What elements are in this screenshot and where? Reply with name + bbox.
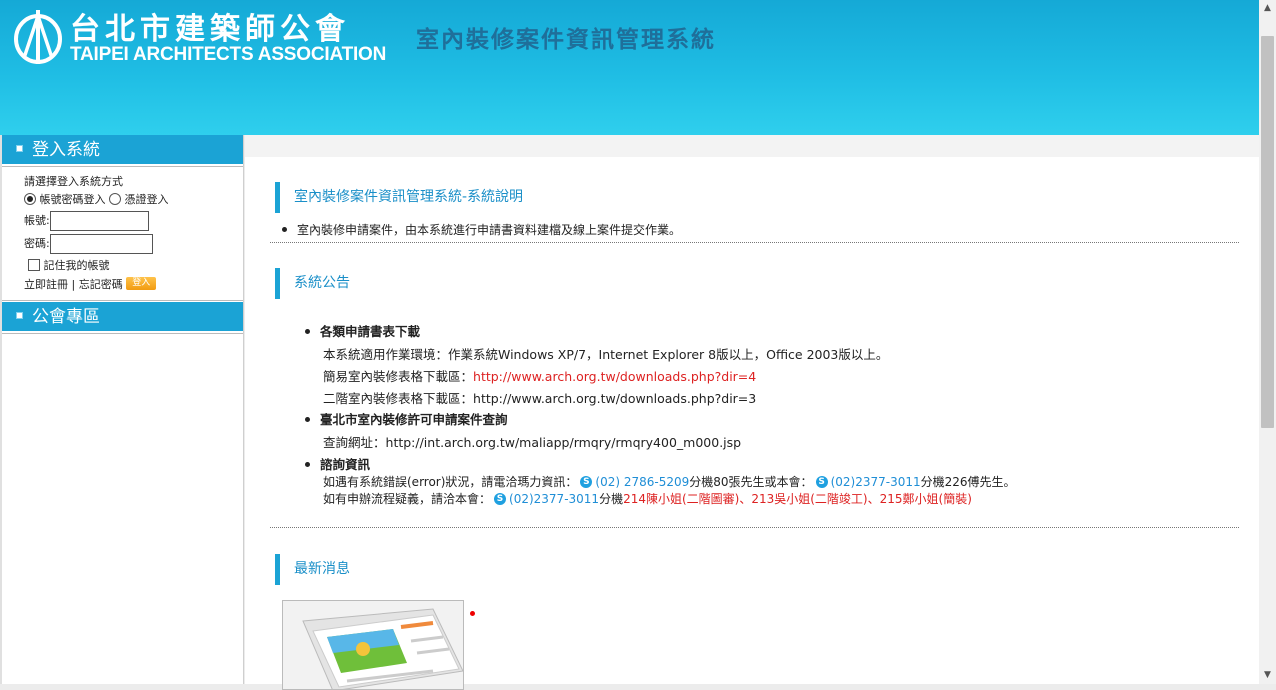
query-url-row: 查詢網址：http://int.arch.org.tw/maliapp/rmqr… <box>323 432 741 451</box>
radio-cert-label: 憑證登入 <box>124 193 169 206</box>
contact-phone-3[interactable]: (02)2377-3011 <box>509 492 599 506</box>
newspaper-icon <box>283 601 463 689</box>
system-title: 室內裝修案件資訊管理系統 <box>416 26 716 53</box>
announce-item-download: 各類申請書表下載 <box>305 321 420 340</box>
main-content: 室內裝修案件資訊管理系統-系統說明 室內裝修申請案件，由本系統進行申請書資料建檔… <box>245 135 1259 690</box>
skype-icon[interactable]: S <box>580 475 593 488</box>
contact-phone-1[interactable]: (02) 2786-5209 <box>595 475 689 489</box>
radio-password-login[interactable] <box>24 193 36 205</box>
bullet-dot-icon <box>305 417 310 422</box>
contact-line-2-b: 分機 <box>599 492 624 506</box>
login-button[interactable]: 登入 <box>126 276 157 290</box>
intro-description: 室內裝修申請案件，由本系統進行申請書資料建檔及線上案件提交作業。 <box>282 221 681 238</box>
simple-download-label: 簡易室內裝修表格下載區： <box>323 369 474 384</box>
header-banner: 台北市建築師公會 TAIPEI ARCHITECTS ASSOCIATION 室… <box>0 0 1259 135</box>
login-section-title: 登入系統 <box>32 140 100 160</box>
remember-checkbox[interactable] <box>28 259 40 271</box>
twostage-download-link[interactable]: http://www.arch.org.tw/downloads.php?dir… <box>473 391 756 406</box>
vertical-scrollbar[interactable]: ▲ ▼ <box>1259 0 1276 684</box>
login-method-options: 帳號密碼登入 憑證登入 <box>24 190 243 209</box>
account-row: 帳號: <box>24 209 243 233</box>
announce-item-query-title: 臺北市室內裝修許可申請案件查詢 <box>320 412 508 427</box>
intro-text: 室內裝修申請案件，由本系統進行申請書資料建檔及線上案件提交作業。 <box>297 223 682 237</box>
account-label: 帳號: <box>24 214 50 227</box>
contact-line-1: 如遇有系統錯誤(error)狀況，請電洽瑪力資訊： S (02) 2786-5209… <box>323 473 1016 490</box>
account-input[interactable] <box>49 211 149 231</box>
announce-item-contact-title: 諮詢資訊 <box>320 457 371 472</box>
password-input[interactable] <box>49 234 153 254</box>
bullet-square-icon <box>16 311 23 319</box>
new-indicator-dot <box>470 611 475 616</box>
password-label: 密碼: <box>24 237 50 250</box>
contact-line-1-a: 如遇有系統錯誤(error)狀況，請電洽瑪力資訊： <box>323 475 578 489</box>
login-method-label: 請選擇登入系統方式 <box>24 175 123 188</box>
links-separator: | <box>71 278 76 291</box>
association-section-title: 公會專區 <box>32 307 100 327</box>
simple-download-row: 簡易室內裝修表格下載區：http://www.arch.org.tw/downl… <box>323 366 756 385</box>
bullet-dot-icon <box>305 462 310 467</box>
sidebar-divider <box>2 333 243 334</box>
contact-phone-2[interactable]: (02)2377-3011 <box>831 475 921 489</box>
contact-line-1-b: 分機80張先生或本會： <box>689 475 813 489</box>
contact-line-2: 如有申辦流程疑義，請洽本會： S (02)2377-3011分機214陳小姐(二階圖… <box>323 490 972 507</box>
contact-line-1-c: 分機226傅先生。 <box>920 475 1016 489</box>
register-link[interactable]: 立即註冊 <box>24 278 68 291</box>
contact-extensions: 214陳小姐(二階圖審)、213吳小姐(二階竣工)、215鄭小姐(簡裝) <box>623 492 972 506</box>
announce-item-download-title: 各類申請書表下載 <box>320 324 421 339</box>
logo-chinese-text: 台北市建築師公會 <box>70 12 350 47</box>
bullet-square-icon <box>16 144 23 152</box>
query-url-label: 查詢網址： <box>323 435 386 450</box>
announce-item-query: 臺北市室內裝修許可申請案件查詢 <box>305 409 508 428</box>
query-url-link[interactable]: http://int.arch.org.tw/maliapp/rmqry/rmq… <box>386 435 742 450</box>
login-form: 請選擇登入系統方式 帳號密碼登入 憑證登入 帳號: 密碼: 記住我的帳號 立即註… <box>2 166 243 301</box>
news-thumbnail[interactable] <box>282 600 464 690</box>
announce-item-contact: 諮詢資訊 <box>305 454 370 473</box>
logo-english-text: TAIPEI ARCHITECTS ASSOCIATION <box>70 44 387 65</box>
radio-password-label: 帳號密碼登入 <box>39 193 106 206</box>
section-divider <box>270 242 1239 243</box>
contact-line-2-a: 如有申辦流程疑義，請洽本會： <box>323 492 492 506</box>
password-row: 密碼: <box>24 232 243 256</box>
account-links-row: 立即註冊 | 忘記密碼 登入 <box>24 275 243 294</box>
radio-cert-login[interactable] <box>109 193 121 205</box>
twostage-download-label: 二階室內裝修表格下載區： <box>323 391 474 406</box>
announce-section-title: 系統公告 <box>275 268 350 299</box>
simple-download-link[interactable]: http://www.arch.org.tw/downloads.php?dir… <box>473 369 756 384</box>
forgot-password-link[interactable]: 忘記密碼 <box>79 278 123 291</box>
skype-icon[interactable]: S <box>815 475 828 488</box>
intro-section-title: 室內裝修案件資訊管理系統-系統說明 <box>275 182 523 213</box>
bullet-dot-icon <box>305 329 310 334</box>
bullet-dot-icon <box>282 227 287 232</box>
remember-row: 記住我的帳號 <box>24 256 243 275</box>
main-top-strip <box>245 135 1259 157</box>
remember-label: 記住我的帳號 <box>43 259 110 272</box>
scroll-up-arrow-icon[interactable]: ▲ <box>1259 0 1276 17</box>
twostage-download-row: 二階室內裝修表格下載區：http://www.arch.org.tw/downl… <box>323 388 756 407</box>
section-divider <box>270 527 1239 528</box>
announce-env-text: 本系統適用作業環境：作業系統Windows XP/7，Internet Expl… <box>323 347 889 362</box>
sidebar: 登入系統 請選擇登入系統方式 帳號密碼登入 憑證登入 帳號: 密碼: 記住我的帳… <box>0 135 244 684</box>
scroll-down-arrow-icon[interactable]: ▼ <box>1259 667 1276 684</box>
news-section-title: 最新消息 <box>275 554 350 585</box>
skype-icon[interactable]: S <box>494 492 507 505</box>
logo-emblem-icon <box>14 10 62 64</box>
association-section-header[interactable]: 公會專區 <box>2 302 243 333</box>
scroll-thumb[interactable] <box>1261 36 1274 428</box>
login-section-header: 登入系統 <box>2 135 243 166</box>
